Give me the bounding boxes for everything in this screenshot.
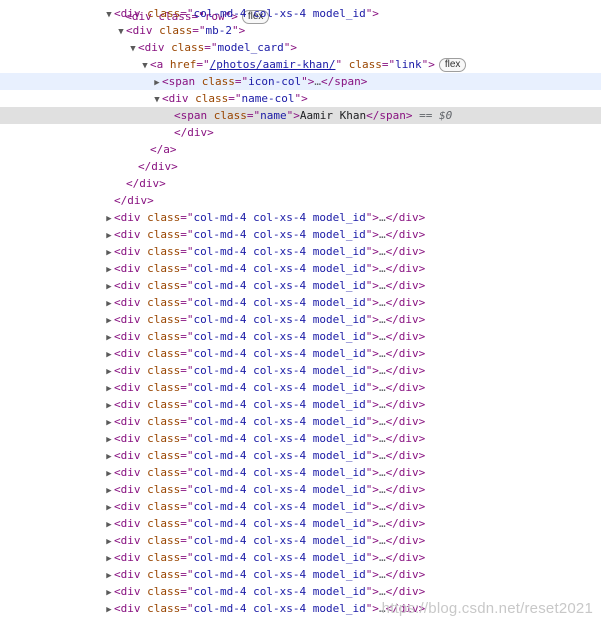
name-col-node[interactable]: ▼ <div class="name-col"> [0,90,601,107]
name-col-close: </div> [174,126,214,139]
collapsed-model-id-row[interactable]: ▶ <div class="col-md-4 col-xs-4 model_id"… [0,362,601,379]
collapsed-model-id-row[interactable]: ▶ <div class="col-md-4 col-xs-4 model_id"… [0,532,601,549]
collapsed-model-id-row[interactable]: ▶ <div class="col-md-4 col-xs-4 model_id"… [0,464,601,481]
mb2-node[interactable]: ▼ <div class="mb-2"> [0,22,601,39]
collapsed-model-id-row[interactable]: ▶ <div class="col-md-4 col-xs-4 model_id"… [0,294,601,311]
collapsed-model-id-row[interactable]: ▶ <div class="col-md-4 col-xs-4 model_id"… [0,396,601,413]
collapsed-model-id-row[interactable]: ▶ <div class="col-md-4 col-xs-4 model_id"… [0,328,601,345]
watermark-text: https://blog.csdn.net/reset2021 [381,600,593,617]
anchor-close: </a> [150,143,177,156]
collapsed-model-id-row[interactable]: ▶ <div class="col-md-4 col-xs-4 model_id"… [0,498,601,515]
collapsed-model-id-row[interactable]: ▶ <div class="col-md-4 col-xs-4 model_id"… [0,481,601,498]
collapsed-model-id-row[interactable]: ▶ <div class="col-md-4 col-xs-4 model_id"… [0,243,601,260]
collapsed-model-id-row[interactable]: ▶ <div class="col-md-4 col-xs-4 model_id"… [0,413,601,430]
collapsed-model-id-row[interactable]: ▶ <div class="col-md-4 col-xs-4 model_id"… [0,311,601,328]
model-id-close: </div> [114,194,154,207]
model-card-close: </div> [138,160,178,173]
model-card-node[interactable]: ▼ <div class="model_card"> [0,39,601,56]
expand-triangle-icon[interactable]: ▶ [104,602,114,619]
model-id-node[interactable]: ▼ <div class="col-md-4 col-xs-4 model_id"… [0,5,601,22]
collapsed-model-id-row[interactable]: ▶ <div class="col-md-4 col-xs-4 model_id"… [0,430,601,447]
collapsed-model-id-row[interactable]: ▶ <div class="col-md-4 col-xs-4 model_id"… [0,447,601,464]
collapsed-model-id-row[interactable]: ▶ <div class="col-md-4 col-xs-4 model_id"… [0,277,601,294]
collapsed-model-id-row[interactable]: ▶ <div class="col-md-4 col-xs-4 model_id"… [0,209,601,226]
collapsed-model-id-row[interactable]: ▶ <div class="col-md-4 col-xs-4 model_id"… [0,260,601,277]
flex-badge[interactable]: flex [438,58,467,72]
collapsed-model-id-row[interactable]: ▶ <div class="col-md-4 col-xs-4 model_id"… [0,566,601,583]
collapsed-model-id-row[interactable]: ▶ <div class="col-md-4 col-xs-4 model_id"… [0,345,601,362]
anchor-node[interactable]: ▼ <a href="/photos/aamir-khan/" class="li… [0,56,601,73]
collapsed-model-id-row[interactable]: ▶ <div class="col-md-4 col-xs-4 model_id"… [0,515,601,532]
icon-col-node[interactable]: ▶ <span class="icon-col">…</span> [0,73,601,90]
collapsed-model-id-row[interactable]: ▶ <div class="col-md-4 col-xs-4 model_id"… [0,549,601,566]
mb2-close: </div> [126,177,166,190]
href-link[interactable]: /photos/aamir-khan/ [210,58,336,71]
collapsed-model-id-row[interactable]: ▶ <div class="col-md-4 col-xs-4 model_id"… [0,379,601,396]
collapsed-model-id-row[interactable]: ▶ <div class="col-md-4 col-xs-4 model_id"… [0,226,601,243]
name-span-node[interactable]: <span class="name">Aamir Khan</span> == … [0,107,601,124]
collapsed-model-id-row[interactable]: ▶ <div class="col-md-4 col-xs-4 model_id"… [0,583,601,600]
console-ref: == $0 [419,109,453,122]
name-text: Aamir Khan [299,109,367,122]
